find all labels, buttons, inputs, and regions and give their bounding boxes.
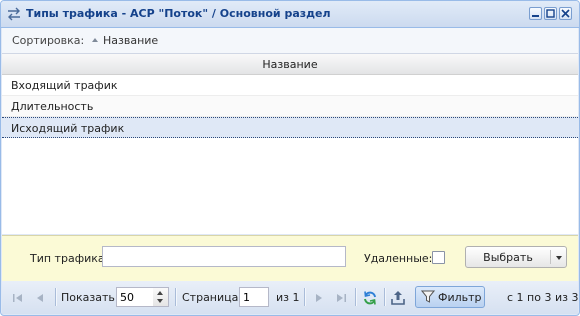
toolbar-separator bbox=[304, 288, 306, 306]
toolbar-separator bbox=[355, 288, 357, 306]
close-icon bbox=[561, 9, 570, 18]
table-row[interactable]: Входящий трафик bbox=[2, 75, 578, 96]
title-bar[interactable]: Типы трафика - АСР "Поток" / Основной ра… bbox=[1, 1, 579, 28]
table-row-selected[interactable]: Исходящий трафик bbox=[2, 117, 578, 138]
column-header-label: Название bbox=[262, 58, 318, 71]
toolbar-separator bbox=[384, 288, 386, 306]
select-button[interactable]: Выбрать bbox=[465, 246, 567, 268]
traffic-type-input[interactable] bbox=[102, 246, 346, 267]
filter-button[interactable]: Фильтр bbox=[415, 286, 485, 308]
row-cell: Длительность bbox=[11, 100, 94, 113]
deleted-label: Удаленные: bbox=[364, 252, 433, 265]
row-cell: Исходящий трафик bbox=[11, 122, 125, 135]
traffic-type-label: Тип трафика: bbox=[30, 252, 109, 265]
toolbar-separator bbox=[55, 288, 57, 306]
row-cell: Входящий трафик bbox=[11, 79, 118, 92]
window-title: Типы трафика - АСР "Поток" / Основной ра… bbox=[26, 7, 331, 20]
close-button[interactable] bbox=[559, 7, 572, 20]
first-page-icon[interactable] bbox=[10, 290, 26, 306]
toolbar-separator bbox=[175, 288, 177, 306]
page-count: из 1 bbox=[276, 291, 300, 304]
page-number-input[interactable] bbox=[239, 287, 269, 307]
minimize-icon bbox=[532, 15, 539, 17]
sort-item-name[interactable]: Название bbox=[103, 34, 158, 47]
stepper-down-icon[interactable] bbox=[157, 299, 163, 303]
minimize-button[interactable] bbox=[529, 7, 542, 20]
filter-panel: Тип трафика: Удаленные: Выбрать bbox=[2, 235, 578, 282]
paging-toolbar: Показать Страница из 1 bbox=[2, 281, 578, 314]
column-header-name[interactable]: Название bbox=[2, 54, 578, 75]
deleted-checkbox[interactable] bbox=[432, 251, 445, 264]
sort-bar: Сортировка: Название bbox=[2, 28, 578, 54]
exchange-arrows-icon bbox=[8, 7, 20, 21]
refresh-icon[interactable] bbox=[362, 290, 378, 306]
window: Типы трафика - АСР "Поток" / Основной ра… bbox=[0, 0, 580, 316]
page-size-stepper[interactable] bbox=[153, 287, 169, 307]
sort-ascending-icon[interactable] bbox=[92, 38, 98, 42]
filter-icon bbox=[421, 290, 435, 303]
filter-button-label: Фильтр bbox=[438, 291, 482, 304]
maximize-button[interactable] bbox=[544, 7, 557, 20]
show-label: Показать bbox=[61, 291, 115, 304]
export-icon[interactable] bbox=[390, 290, 406, 306]
stepper-up-icon[interactable] bbox=[157, 291, 163, 295]
split-divider bbox=[550, 250, 551, 264]
next-page-icon[interactable] bbox=[311, 290, 327, 306]
page-size-input[interactable] bbox=[116, 287, 154, 307]
sort-label: Сортировка: bbox=[12, 34, 85, 47]
prev-page-icon[interactable] bbox=[32, 290, 48, 306]
chevron-down-icon[interactable] bbox=[556, 256, 562, 260]
maximize-icon bbox=[546, 9, 555, 18]
last-page-icon[interactable] bbox=[333, 290, 349, 306]
select-button-label: Выбрать bbox=[483, 251, 533, 264]
table-row[interactable]: Длительность bbox=[2, 96, 578, 117]
data-grid: Название Входящий трафик Длительность Ис… bbox=[2, 54, 578, 234]
page-label: Страница bbox=[182, 291, 239, 304]
paging-summary: с 1 по 3 из 3 bbox=[507, 291, 579, 304]
